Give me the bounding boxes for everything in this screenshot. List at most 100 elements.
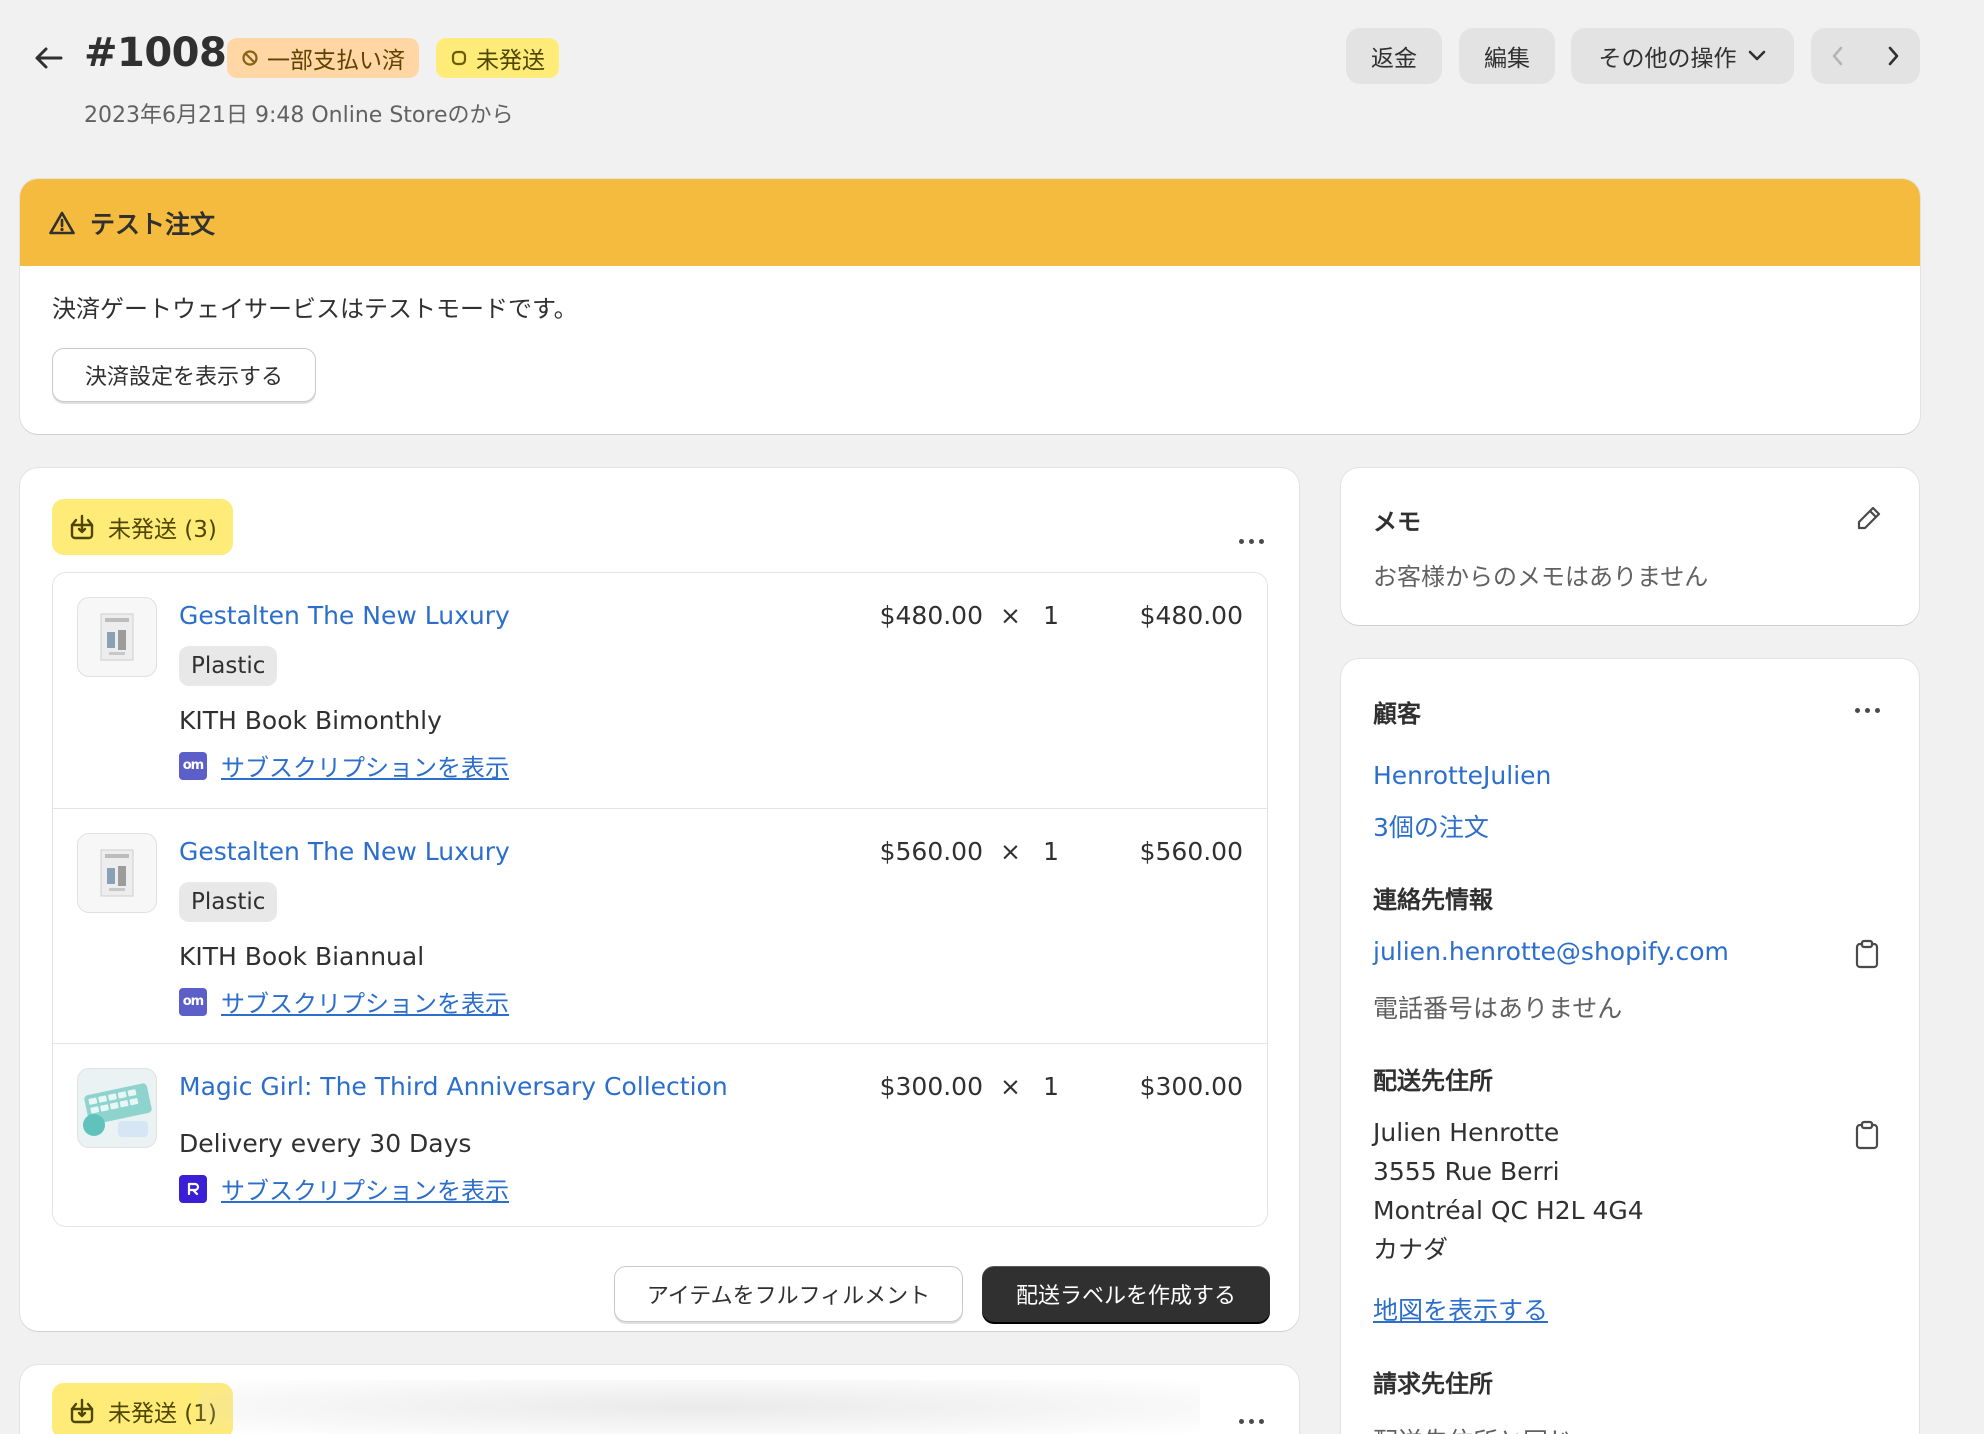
subscription-app-icon: om [179, 751, 207, 780]
create-shipping-label-button[interactable]: 配送ラベルを作成する [982, 1266, 1270, 1322]
more-actions-button[interactable]: その他の操作 [1571, 28, 1794, 84]
book-image-icon [100, 849, 134, 897]
multiply-sign: × [1000, 601, 1021, 630]
subscription-row: om サブスクリプションを表示 [179, 984, 509, 1019]
customer-name-link[interactable]: HenrotteJulien [1373, 761, 1551, 790]
unfulfilled-icon [451, 50, 467, 66]
view-subscription-link[interactable]: サブスクリプションを表示 [221, 748, 509, 783]
line-item: Gestalten The New Luxury Plastic KITH Bo… [53, 573, 1267, 808]
clipboard-icon [1855, 939, 1879, 969]
product-thumbnail [77, 1068, 157, 1148]
fulfillment-more-button[interactable] [1231, 1401, 1271, 1434]
line-item: Gestalten The New Luxury Plastic KITH Bo… [53, 808, 1267, 1043]
address-line: Julien Henrotte [1373, 1118, 1560, 1147]
line-item: Magic Girl: The Third Anniversary Collec… [53, 1043, 1267, 1226]
unit-price: $480.00 [879, 601, 983, 630]
pencil-icon [1857, 506, 1881, 530]
unfulfilled-status-label: 未発送 (3) [108, 517, 217, 543]
fulfillment-status-label: 未発送 [476, 48, 545, 74]
refund-button[interactable]: 返金 [1346, 28, 1442, 84]
page-title: #1008 [84, 30, 227, 76]
payment-status-badge: 一部支払い済 [227, 38, 419, 78]
view-subscription-link[interactable]: サブスクリプションを表示 [221, 1171, 509, 1206]
customer-card: 顧客 HenrotteJulien 3個の注文 連絡先情報 julien.hen… [1341, 659, 1919, 1434]
banner-title: テスト注文 [90, 209, 216, 239]
quantity: 1 [1043, 837, 1059, 866]
unfulfilled-status-pill: 未発送 (1) [52, 1383, 233, 1434]
unit-price: $560.00 [879, 837, 983, 866]
edit-notes-button[interactable] [1849, 498, 1889, 538]
order-pager [1811, 28, 1920, 84]
view-map-link[interactable]: 地図を表示する [1373, 1291, 1548, 1327]
quantity: 1 [1043, 1072, 1059, 1101]
chevron-right-icon [1888, 46, 1899, 66]
unfulfilled-status-label: 未発送 (1) [108, 1401, 217, 1427]
product-thumbnail [77, 833, 157, 913]
customer-title: 顧客 [1373, 700, 1421, 728]
line-total: $300.00 [1139, 1072, 1243, 1101]
no-phone-text: 電話番号はありません [1373, 994, 1623, 1023]
copy-address-button[interactable] [1847, 1115, 1887, 1155]
variant-tag: Plastic [179, 882, 278, 922]
view-subscription-link[interactable]: サブスクリプションを表示 [221, 984, 509, 1019]
product-title-link[interactable]: Gestalten The New Luxury [179, 837, 510, 866]
partially-paid-icon [242, 50, 258, 66]
notes-card: メモ お客様からのメモはありません [1341, 468, 1919, 625]
chevron-left-icon [1832, 46, 1843, 66]
more-actions-label: その他の操作 [1598, 46, 1737, 72]
variant-tag: Plastic [179, 646, 278, 686]
multiply-sign: × [1000, 1072, 1021, 1101]
product-title-link[interactable]: Magic Girl: The Third Anniversary Collec… [179, 1072, 728, 1101]
previous-order-button[interactable] [1811, 28, 1866, 84]
banner-header: テスト注文 [20, 179, 1920, 266]
package-icon [70, 514, 94, 540]
subscription-plan: Delivery every 30 Days [179, 1129, 472, 1158]
line-items-list: Gestalten The New Luxury Plastic KITH Bo… [52, 572, 1268, 1227]
line-total: $560.00 [1139, 837, 1243, 866]
subscription-row: サブスクリプションを表示 [179, 1171, 509, 1206]
warning-icon [49, 211, 75, 234]
billing-address-title: 請求先住所 [1373, 1370, 1493, 1398]
next-order-button[interactable] [1866, 28, 1921, 84]
subscription-plan: KITH Book Bimonthly [179, 706, 442, 735]
unit-price: $300.00 [879, 1072, 983, 1101]
customer-orders-link[interactable]: 3個の注文 [1373, 808, 1489, 844]
billing-same-text: 配送先住所と同じ [1373, 1422, 1573, 1434]
edit-button[interactable]: 編集 [1459, 28, 1555, 84]
notes-title: メモ [1373, 508, 1421, 536]
banner-text: 決済ゲートウェイサービスはテストモードです。 [52, 295, 578, 323]
unfulfilled-card: 未発送 (3) Gestalten The New Luxury Plastic… [20, 468, 1299, 1331]
contact-info-title: 連絡先情報 [1373, 886, 1493, 914]
back-button[interactable] [30, 40, 66, 76]
subscription-plan: KITH Book Biannual [179, 942, 425, 971]
test-order-banner: テスト注文 決済ゲートウェイサービスはテストモードです。 決済設定を表示する [20, 179, 1920, 434]
copy-email-button[interactable] [1847, 934, 1887, 974]
product-title-link[interactable]: Gestalten The New Luxury [179, 601, 510, 630]
notes-empty-text: お客様からのメモはありません [1373, 563, 1709, 591]
multiply-sign: × [1000, 837, 1021, 866]
fulfillment-status-badge: 未発送 [436, 38, 559, 78]
recharge-logo-icon [187, 1182, 200, 1195]
view-payment-settings-button[interactable]: 決済設定を表示する [52, 348, 316, 402]
address-line: カナダ [1373, 1235, 1449, 1264]
fulfill-items-button[interactable]: アイテムをフルフィルメント [614, 1266, 963, 1322]
subscription-app-icon [179, 1174, 207, 1203]
package-icon [70, 1398, 94, 1424]
clipboard-icon [1855, 1120, 1879, 1150]
address-line: Montréal QC H2L 4G4 [1373, 1196, 1644, 1225]
line-total: $480.00 [1139, 601, 1243, 630]
customer-email-link[interactable]: julien.henrotte@shopify.com [1373, 937, 1729, 966]
customer-more-button[interactable] [1847, 690, 1887, 730]
fulfillment-more-button[interactable] [1231, 521, 1271, 561]
unfulfilled-status-pill: 未発送 (3) [52, 499, 233, 555]
product-thumbnail [77, 597, 157, 677]
quantity: 1 [1043, 601, 1059, 630]
subscription-row: om サブスクリプションを表示 [179, 748, 509, 783]
chevron-down-icon [1748, 50, 1765, 61]
unfulfilled-card-2: 未発送 (1) [20, 1365, 1299, 1434]
address-line: 3555 Rue Berri [1373, 1157, 1560, 1186]
arrow-left-icon [35, 47, 63, 69]
book-image-icon [100, 613, 134, 661]
shipping-address: Julien Henrotte 3555 Rue Berri Montréal … [1373, 1113, 1644, 1269]
keyboard-image-icon [78, 1069, 156, 1147]
